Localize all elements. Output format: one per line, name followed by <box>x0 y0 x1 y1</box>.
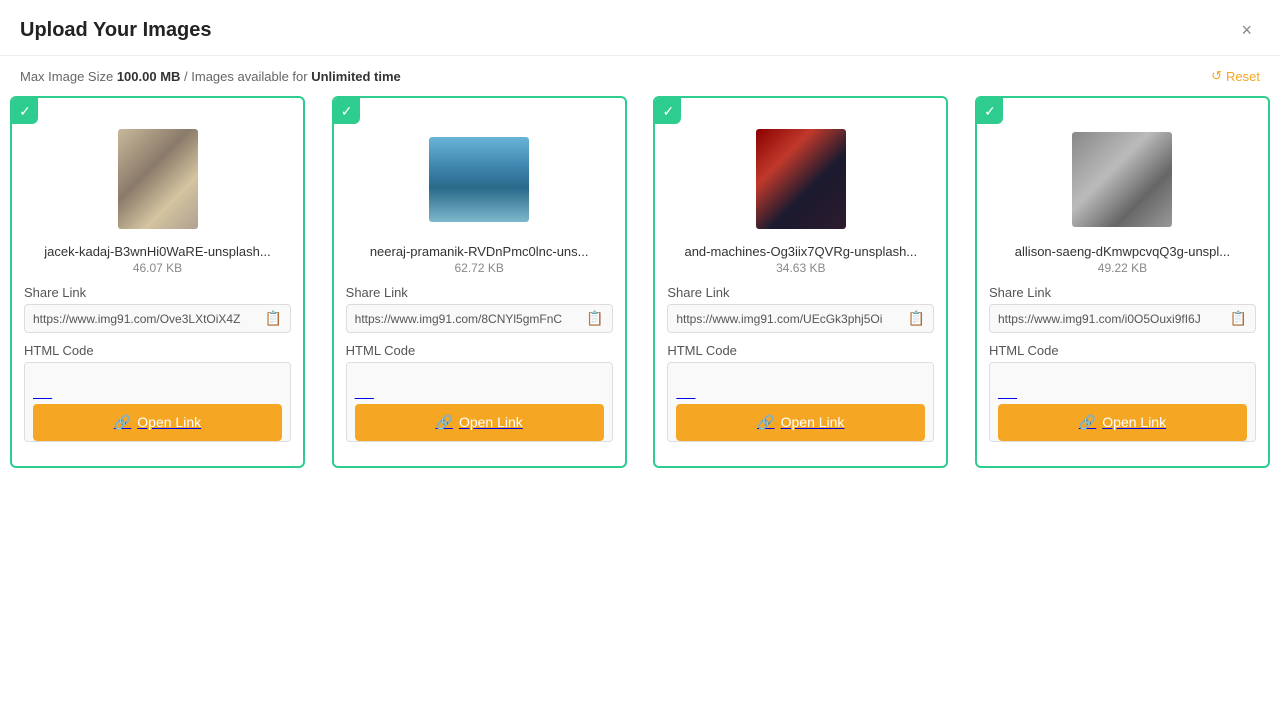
html-code-textarea[interactable]: 🔗 Open Link <box>989 362 1256 442</box>
html-code-textarea[interactable]: 🔗 Open Link <box>346 362 613 442</box>
middle-text: / Images available for <box>180 69 311 84</box>
card-image-wrap <box>346 124 613 234</box>
check-badge: ✓ <box>334 98 360 124</box>
share-link-label: Share Link <box>346 285 613 300</box>
open-link-button[interactable]: 🔗 Open Link <box>355 404 604 441</box>
share-link-text: https://www.img91.com/Ove3LXtOiX4Z <box>33 312 261 326</box>
open-link-label: Open Link <box>137 414 201 430</box>
card-filename: and-machines-Og3iix7QVRg-unsplash... <box>667 244 934 259</box>
copy-icon[interactable]: 📋 <box>265 310 282 327</box>
subheader: Max Image Size 100.00 MB / Images availa… <box>0 56 1280 96</box>
html-code-label: HTML Code <box>346 343 613 358</box>
open-link-icon: 🔗 <box>114 414 131 431</box>
max-size-value: 100.00 MB <box>117 69 181 84</box>
copy-icon[interactable]: 📋 <box>586 310 603 327</box>
open-link-button[interactable]: 🔗 Open Link <box>676 404 925 441</box>
image-card: ✓ and-machines-Og3iix7QVRg-unsplash... 3… <box>653 96 948 468</box>
share-link-wrap: https://www.img91.com/8CNYl5gmFnC 📋 <box>346 304 613 333</box>
share-link-text: https://www.img91.com/UEcGk3phj5Oi <box>676 312 904 326</box>
open-link-button[interactable]: 🔗 Open Link <box>998 404 1247 441</box>
page-title: Upload Your Images <box>20 19 212 42</box>
card-filesize: 62.72 KB <box>346 261 613 275</box>
card-filename: jacek-kadaj-B3wnHi0WaRE-unsplash... <box>24 244 291 259</box>
image-card: ✓ neeraj-pramanik-RVDnPmc0lnc-uns... 62.… <box>332 96 627 468</box>
image-card: ✓ allison-saeng-dKmwpcvqQ3g-unspl... 49.… <box>975 96 1270 468</box>
html-code-label: HTML Code <box>667 343 934 358</box>
max-size-prefix: Max Image Size <box>20 69 117 84</box>
reset-label: Reset <box>1226 69 1260 84</box>
share-link-wrap: https://www.img91.com/UEcGk3phj5Oi 📋 <box>667 304 934 333</box>
open-link-icon: 🔗 <box>1079 414 1096 431</box>
share-link-text: https://www.img91.com/8CNYl5gmFnC <box>355 312 583 326</box>
share-link-text: https://www.img91.com/i0O5Ouxi9fI6J <box>998 312 1226 326</box>
cards-container: ✓ jacek-kadaj-B3wnHi0WaRE-unsplash... 46… <box>0 96 1280 478</box>
card-filename: allison-saeng-dKmwpcvqQ3g-unspl... <box>989 244 1256 259</box>
open-link-label: Open Link <box>1102 414 1166 430</box>
card-image-wrap <box>989 124 1256 234</box>
open-link-icon: 🔗 <box>436 414 453 431</box>
share-link-label: Share Link <box>24 285 291 300</box>
check-badge: ✓ <box>12 98 38 124</box>
close-button[interactable]: × <box>1233 16 1260 45</box>
open-link-button[interactable]: 🔗 Open Link <box>33 404 282 441</box>
reset-button[interactable]: ↺ Reset <box>1211 68 1260 84</box>
image-info: Max Image Size 100.00 MB / Images availa… <box>20 69 401 84</box>
card-image-wrap <box>24 124 291 234</box>
card-filesize: 34.63 KB <box>667 261 934 275</box>
open-link-label: Open Link <box>459 414 523 430</box>
image-card: ✓ jacek-kadaj-B3wnHi0WaRE-unsplash... 46… <box>10 96 305 468</box>
card-filesize: 46.07 KB <box>24 261 291 275</box>
card-image <box>1072 132 1172 227</box>
html-code-label: HTML Code <box>24 343 291 358</box>
share-link-wrap: https://www.img91.com/Ove3LXtOiX4Z 📋 <box>24 304 291 333</box>
card-filename: neeraj-pramanik-RVDnPmc0lnc-uns... <box>346 244 613 259</box>
copy-icon[interactable]: 📋 <box>908 310 925 327</box>
card-filesize: 49.22 KB <box>989 261 1256 275</box>
card-image <box>756 129 846 229</box>
check-badge: ✓ <box>655 98 681 124</box>
card-image <box>118 129 198 229</box>
availability-value: Unlimited time <box>311 69 401 84</box>
card-image-wrap <box>667 124 934 234</box>
open-link-icon: 🔗 <box>757 414 774 431</box>
html-code-textarea[interactable]: 🔗 Open Link <box>24 362 291 442</box>
reset-icon: ↺ <box>1211 68 1222 84</box>
card-image <box>429 137 529 222</box>
share-link-label: Share Link <box>667 285 934 300</box>
copy-icon[interactable]: 📋 <box>1230 310 1247 327</box>
share-link-wrap: https://www.img91.com/i0O5Ouxi9fI6J 📋 <box>989 304 1256 333</box>
html-code-label: HTML Code <box>989 343 1256 358</box>
share-link-label: Share Link <box>989 285 1256 300</box>
html-code-textarea[interactable]: 🔗 Open Link <box>667 362 934 442</box>
check-badge: ✓ <box>977 98 1003 124</box>
page-header: Upload Your Images × <box>0 0 1280 56</box>
open-link-label: Open Link <box>781 414 845 430</box>
